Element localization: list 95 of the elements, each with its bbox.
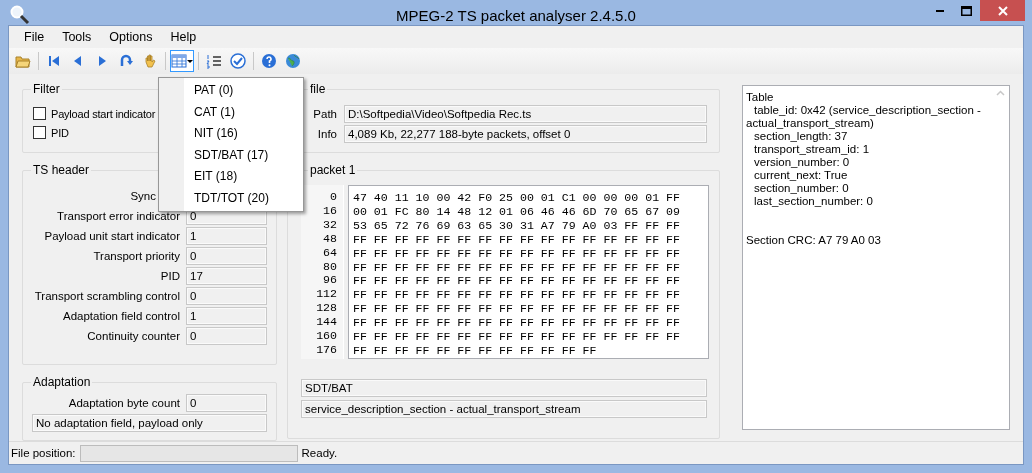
menu-item[interactable]: EIT (18) [159,166,303,188]
folder-icon [15,53,31,69]
readonly-field: 17 [186,267,267,285]
detail-line: Section CRC: A7 79 A0 03 [746,234,882,247]
detail-line: transport_stream_id: 1 [753,143,871,156]
checkbox[interactable] [33,107,46,120]
menu-item[interactable]: TDT/TOT (20) [159,187,303,209]
readonly-field: 1 [186,307,267,325]
scroll-up-icon [996,90,1005,96]
checkbox-label: PID [51,126,69,139]
hand-icon [142,53,158,69]
detail-line: current_next: True [753,169,849,182]
maximize-icon [961,5,972,16]
byte-offset: 144 [315,315,337,330]
readonly-field: service_description_section - actual_transport_stream [301,400,707,418]
group-title: packet 1 [308,163,358,177]
detail-line: Table [746,91,775,104]
close-button[interactable] [980,0,1025,21]
field-label: Adaptation byte count [68,396,180,410]
detail-line: version_number: 0 [753,156,851,169]
menu-item[interactable]: Options [100,30,162,44]
group-title: file [308,82,328,96]
hex-bytes: 00 01 FC 80 14 48 12 01 06 46 46 6D 70 65 67 09 [353,204,681,219]
globe-icon [285,53,301,69]
group-title: Filter [31,82,62,96]
group-title: TS header [31,163,92,177]
byte-offset: 176 [315,342,337,357]
table-grid-button[interactable] [170,50,194,72]
hex-bytes: FF FF FF FF FF FF FF FF FF FF FF FF FF FF FF FF [353,246,681,261]
field-label: Sync [130,189,156,203]
checkbox[interactable] [33,126,46,139]
status-label: File position: [11,447,76,459]
check-circle-button[interactable] [227,50,249,72]
readonly-field: 0 [186,394,267,412]
window-title: MPEG-2 TS packet analyser 2.4.5.0 [396,7,636,24]
byte-offset: 80 [322,259,337,274]
byte-offset: 128 [315,301,337,316]
minimize-icon [935,9,944,12]
byte-offset: 16 [322,203,337,218]
field-label: Transport error indicator [57,209,180,223]
field-label: Path [313,107,337,121]
checkbox-label: Payload start indicator [51,107,156,120]
hex-bytes: FF FF FF FF FF FF FF FF FF FF FF FF FF FF FF FF [353,316,681,331]
hex-bytes: FF FF FF FF FF FF FF FF FF FF FF FF FF FF FF FF [353,330,681,344]
status-message: Ready. [301,447,338,459]
readonly-field: SDT/BAT [301,379,707,397]
readonly-field: 0 [186,327,267,345]
field-label: PID [160,269,180,283]
detail-line: table_id: 0x42 (service_description_section - actual_transport_stream) [746,104,982,130]
group-title: Adaptation [31,375,93,389]
menu-item[interactable]: Help [161,30,206,44]
detail-line: section_number: 0 [753,182,850,195]
hex-bytes: 47 40 11 10 00 42 F0 25 00 01 C1 00 00 00 01 FF [353,191,681,205]
detail-line: section_length: 37 [753,130,849,143]
redo-arrow-icon [118,53,134,69]
readonly-field: 4,089 Kb, 22,277 188-byte packets, offset 0 [344,125,707,143]
readonly-field: 0 [186,247,267,265]
field-label: Transport scrambling control [34,289,180,303]
hex-bytes: FF FF FF FF FF FF FF FF FF FF FF FF FF FF FF FF [353,232,681,247]
field-label: Transport priority [93,249,180,263]
check-circle-icon [230,53,246,69]
hex-bytes: FF FF FF FF FF FF FF FF FF FF FF FF [353,343,598,358]
hex-bytes: FF FF FF FF FF FF FF FF FF FF FF FF FF FF FF FF [353,288,681,303]
byte-offset: 64 [322,245,337,260]
readonly-field: 0 [186,287,267,305]
table-grid-icon [171,53,187,69]
hex-bytes: FF FF FF FF FF FF FF FF FF FF FF FF FF FF FF FF [353,260,681,275]
detail-line: last_section_number: 0 [753,195,874,208]
menu-item[interactable]: SDT/BAT (17) [159,144,303,166]
menu-item[interactable]: Tools [53,30,101,44]
readonly-field: No adaptation field, payload only [32,414,267,432]
close-icon [997,5,1008,16]
hex-bytes: FF FF FF FF FF FF FF FF FF FF FF FF FF FF FF FF [353,274,681,289]
skip-start-icon [46,53,62,69]
menu-item[interactable]: PAT (0) [159,80,303,102]
field-label: Info [317,127,337,141]
byte-offset: 112 [315,287,337,302]
field-label: Continuity counter [87,329,180,343]
byte-offset: 32 [322,217,337,232]
readonly-field: 1 [186,227,267,245]
field-label: Payload unit start indicator [44,229,180,243]
byte-offset: 0 [329,190,337,204]
hex-bytes: 53 65 72 76 69 63 65 30 31 A7 79 A0 03 FF FF FF [353,218,681,233]
hex-bytes: FF FF FF FF FF FF FF FF FF FF FF FF FF FF FF FF [353,302,681,317]
readonly-field: D:\Softpedia\Video\Softpedia Rec.ts [344,105,707,123]
byte-offset: 48 [322,231,337,246]
menu-item[interactable]: CAT (1) [159,101,303,123]
menu-item[interactable]: File [15,30,54,44]
byte-offset: 160 [315,329,337,343]
menu-item[interactable]: NIT (16) [159,123,303,145]
caret-icon [187,59,193,63]
help-icon [261,53,277,69]
field-label: Adaptation field control [63,309,180,323]
byte-offset: 96 [322,273,337,288]
numbered-list-icon [206,53,222,69]
